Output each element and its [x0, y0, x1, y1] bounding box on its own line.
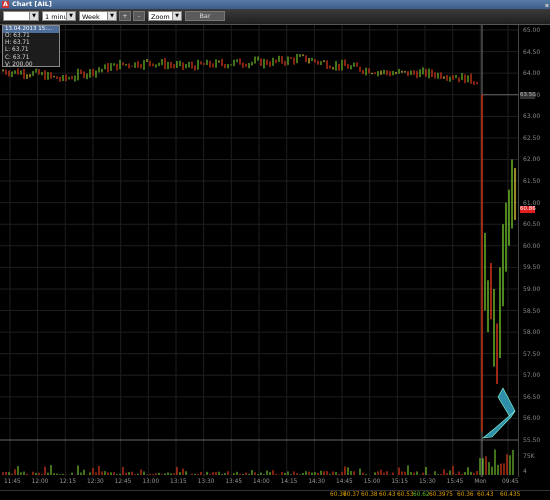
info-low: L: 63.71 — [5, 47, 29, 54]
time-tick-label: Mon — [474, 479, 487, 485]
footer-value: 60.37 — [343, 492, 360, 498]
price-tick-label: 63.00 — [523, 113, 541, 121]
time-tick-label: 14:15 — [280, 479, 298, 485]
chevron-down-icon[interactable]: ▼ — [107, 12, 116, 20]
price-tick-label: 59.00 — [523, 285, 541, 293]
chart-style-button[interactable]: Bar — [185, 11, 225, 21]
app-icon: A — [2, 1, 9, 8]
zoom-out-button[interactable]: - — [133, 11, 145, 21]
chart-window: A Chart [AIL] ▪ ▼ 1 minute ▼ Week ▼ + - … — [0, 0, 550, 500]
chevron-down-icon[interactable]: ▼ — [172, 12, 181, 20]
time-tick-label: 15:15 — [391, 479, 409, 485]
price-tick-label: 58.50 — [523, 307, 541, 315]
footer-value: 60.53 — [397, 492, 414, 498]
price-tick-label: 60.00 — [523, 242, 541, 250]
footer-value: 60.43 — [379, 492, 396, 498]
volume-tick-label: 75K — [523, 453, 535, 460]
time-tick-label: 13:15 — [170, 479, 187, 485]
time-tick-label: 12:45 — [114, 479, 132, 485]
price-tick-label: 56.00 — [523, 415, 541, 423]
price-tick-label: 57.50 — [523, 350, 541, 358]
time-tick-label: 13:00 — [142, 479, 160, 485]
price-tick-label: 56.50 — [523, 393, 541, 401]
title-bar[interactable]: A Chart [AIL] ▪ — [0, 0, 550, 9]
interval-select[interactable]: 1 minute ▼ — [42, 11, 76, 21]
chevron-down-icon[interactable]: ▼ — [66, 12, 75, 20]
toolbar: ▼ 1 minute ▼ Week ▼ + - Zoom ▼ Bar — [0, 9, 550, 25]
time-tick-label: 11:45 — [4, 479, 21, 485]
price-tick-label: 61.50 — [523, 178, 541, 186]
chevron-down-icon[interactable]: ▼ — [29, 12, 38, 20]
footer-value: 60.38 — [361, 492, 378, 498]
info-volume: V: 200.00 — [5, 61, 33, 68]
current-price-tag: 60.86 — [520, 205, 536, 213]
footer-value: 60.36 — [457, 492, 474, 498]
info-date: 13.04.2013 15:... — [3, 26, 59, 33]
price-tick-label: 55.50 — [523, 437, 541, 444]
price-chart-svg — [0, 25, 518, 477]
time-tick-label: 14:45 — [336, 479, 353, 485]
window-title: Chart [AIL] — [12, 0, 52, 8]
arrow-annotation-lower — [482, 410, 516, 439]
zoom-in-button[interactable]: + — [119, 11, 131, 21]
symbol-select[interactable]: ▼ — [3, 11, 39, 21]
time-tick-label: 13:45 — [225, 479, 243, 485]
volume-tick-label: 4 — [523, 468, 527, 475]
crosshair-price-tag: 63.50 — [520, 91, 536, 99]
time-tick-label: 15:00 — [363, 479, 381, 485]
price-tick-label: 64.50 — [523, 48, 541, 56]
info-open: O: 63.71 — [5, 33, 30, 39]
zoom-select[interactable]: Zoom ▼ — [148, 11, 182, 21]
arrow-annotation-upper — [497, 387, 516, 418]
info-close: C: 63.71 — [5, 54, 30, 61]
price-tick-label: 60.50 — [523, 221, 541, 229]
price-tick-label: 59.50 — [523, 264, 541, 272]
time-tick-label: 09:45 — [502, 479, 519, 485]
price-tick-label: 62.50 — [523, 134, 541, 142]
price-tick-label: 62.00 — [523, 156, 541, 164]
bar-info-box: 13.04.2013 15:... O: 63.71 H: 63.71 L: 6… — [2, 25, 60, 68]
info-high: H: 63.71 — [5, 40, 30, 47]
time-tick-label: 14:30 — [308, 479, 326, 485]
price-tick-label: 65.00 — [523, 27, 541, 34]
range-select[interactable]: Week ▼ — [79, 11, 117, 21]
zoom-value: Zoom — [151, 13, 170, 21]
price-tick-label: 57.00 — [523, 372, 541, 380]
time-tick-label: 15:45 — [446, 479, 464, 485]
price-axis[interactable]: 65.00 64.50 64.00 63.50 63.00 62.50 62.00 61.50… — [518, 25, 550, 477]
time-tick-label: 12:15 — [59, 479, 77, 485]
time-tick-label: 12:30 — [87, 479, 104, 485]
footer-value: 60.435 — [500, 492, 521, 498]
footer-value: 60.43 — [477, 492, 494, 498]
price-tick-label: 58.00 — [523, 329, 541, 337]
time-tick-label: 14:00 — [253, 479, 270, 485]
footer-value: 60.62 — [413, 492, 430, 498]
range-value: Week — [82, 13, 100, 21]
footer-value: 60.3975 — [429, 492, 453, 498]
time-tick-label: 13:30 — [197, 479, 215, 485]
price-chart[interactable] — [0, 25, 518, 493]
time-tick-label: 12:00 — [31, 479, 49, 485]
price-tick-label: 64.00 — [523, 70, 541, 78]
footer-values: 60.37 60.37 60.38 60.43 60.53 60.62 60.3975 60.… — [0, 490, 550, 500]
time-tick-label: 15:30 — [419, 479, 436, 485]
